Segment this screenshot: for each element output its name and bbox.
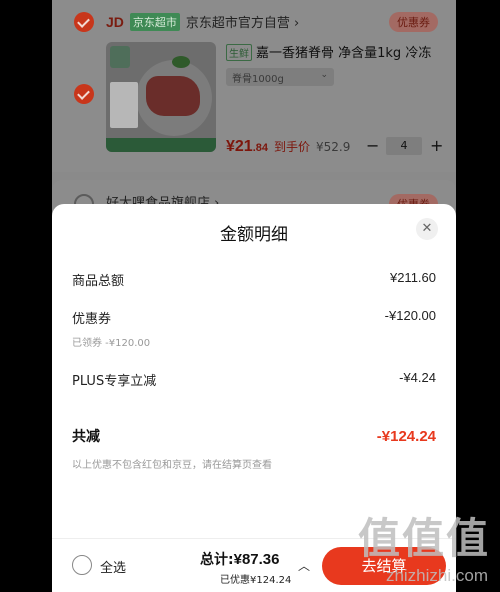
watermark-site: zhizhizhi.com: [385, 566, 488, 585]
spec-selector[interactable]: 脊骨1000g ⌄: [226, 68, 334, 86]
quantity-stepper[interactable]: − 4 +: [366, 136, 443, 155]
row-plus-discount: PLUS专享立减 -¥4.24: [72, 370, 436, 389]
row-label: 商品总额: [72, 274, 125, 289]
jd-logo: JD: [106, 13, 124, 30]
total-discount-value: -¥124.24: [376, 428, 436, 445]
final-price: ¥21.84: [226, 138, 268, 155]
product-title[interactable]: 嘉一香猪脊骨 净含量1kg 冷冻: [256, 42, 431, 61]
select-all-check-icon[interactable]: [72, 555, 92, 575]
fresh-tag: 生鲜: [226, 44, 252, 61]
row-coupon: 优惠券 -¥120.00: [72, 308, 436, 327]
total-discount-row: 共减 -¥124.24: [72, 426, 436, 446]
sheet-title: 金额明细: [220, 225, 288, 245]
select-all-label[interactable]: 全选: [100, 557, 126, 576]
row-value: ¥211.60: [389, 270, 436, 285]
store-name[interactable]: 京东超市官方自营 ›: [186, 12, 299, 31]
store-coupon-button[interactable]: 优惠券: [389, 12, 438, 32]
store-check-icon[interactable]: [74, 12, 94, 32]
coupon-claimed-note: 已领券 -¥120.00: [72, 338, 151, 349]
row-label: PLUS专享立减: [72, 374, 157, 389]
row-label: 优惠券: [72, 312, 112, 327]
spec-label: 脊骨1000g: [232, 74, 284, 85]
original-price: ¥52.9: [316, 140, 351, 154]
chevron-up-icon[interactable]: ︿: [298, 557, 310, 574]
price-row: ¥21.84 到手价 ¥52.9: [226, 138, 350, 156]
row-value: -¥4.24: [399, 370, 436, 385]
minus-button[interactable]: −: [366, 136, 379, 155]
final-price-tag: 到手价: [274, 140, 311, 154]
product-image[interactable]: [106, 42, 216, 152]
quantity-field[interactable]: 4: [386, 136, 422, 155]
row-value: -¥120.00: [384, 308, 436, 323]
row-goods-total: 商品总额 ¥211.60: [72, 270, 436, 289]
item-check-icon[interactable]: [74, 84, 94, 104]
total-price: 总计:¥87.36: [200, 551, 280, 568]
store-header[interactable]: JD 京东超市 京东超市官方自营 ›: [106, 12, 299, 31]
discount-note: 以上优惠不包含红包和京豆，请在结算页查看: [72, 460, 272, 471]
watermark-logo: 值值值: [357, 514, 490, 563]
close-icon[interactable]: ✕: [416, 218, 438, 240]
jd-supermarket-chip: 京东超市: [129, 12, 180, 31]
total-discount-label: 共减: [72, 429, 100, 445]
chevron-down-icon: ⌄: [320, 70, 328, 80]
saved-amount: 已优惠¥124.24: [220, 575, 292, 586]
plus-button[interactable]: +: [430, 136, 443, 155]
